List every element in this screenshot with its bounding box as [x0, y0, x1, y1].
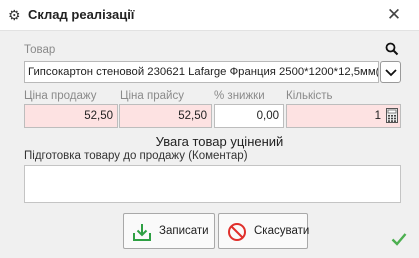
- comment-textarea[interactable]: [24, 165, 401, 203]
- close-button[interactable]: ✕: [378, 4, 410, 26]
- discount-label: % знижки: [214, 90, 265, 102]
- quantity-label: Кількість: [286, 90, 333, 102]
- title-bar: ⚙ Склад реалізації ✕: [0, 0, 419, 30]
- markdown-warning: Увага товар уцінений: [155, 134, 284, 149]
- download-icon: [133, 224, 151, 241]
- search-icon[interactable]: [385, 42, 399, 56]
- cancel-button-label: Скасувати: [254, 225, 310, 237]
- sale-price-label: Ціна продажу: [24, 90, 97, 102]
- checkmark-icon: [391, 233, 407, 246]
- list-price-label: Ціна прайсу: [120, 90, 184, 102]
- product-dropdown-button[interactable]: [380, 61, 401, 83]
- calculator-icon[interactable]: [386, 108, 398, 123]
- product-label: Товар: [24, 44, 56, 56]
- discount-field[interactable]: 0,00: [214, 104, 284, 128]
- comment-label: Підготовка товару до продажу (Коментар): [24, 150, 248, 162]
- list-price-field: 52,50: [119, 104, 212, 128]
- cancel-button[interactable]: Скасувати: [218, 213, 310, 249]
- quantity-field[interactable]: 1: [286, 104, 401, 128]
- save-button-label: Записати: [159, 225, 209, 237]
- sale-price-field[interactable]: 52,50: [24, 104, 118, 128]
- save-button[interactable]: Записати: [123, 213, 215, 249]
- chevron-down-icon: [385, 69, 397, 77]
- product-select[interactable]: Гипсокартон стеновой 230621 Lafarge Фран…: [24, 61, 379, 83]
- cancel-icon: [228, 223, 246, 241]
- window-title: Склад реалізації: [28, 7, 135, 22]
- gear-icon: ⚙: [8, 7, 21, 23]
